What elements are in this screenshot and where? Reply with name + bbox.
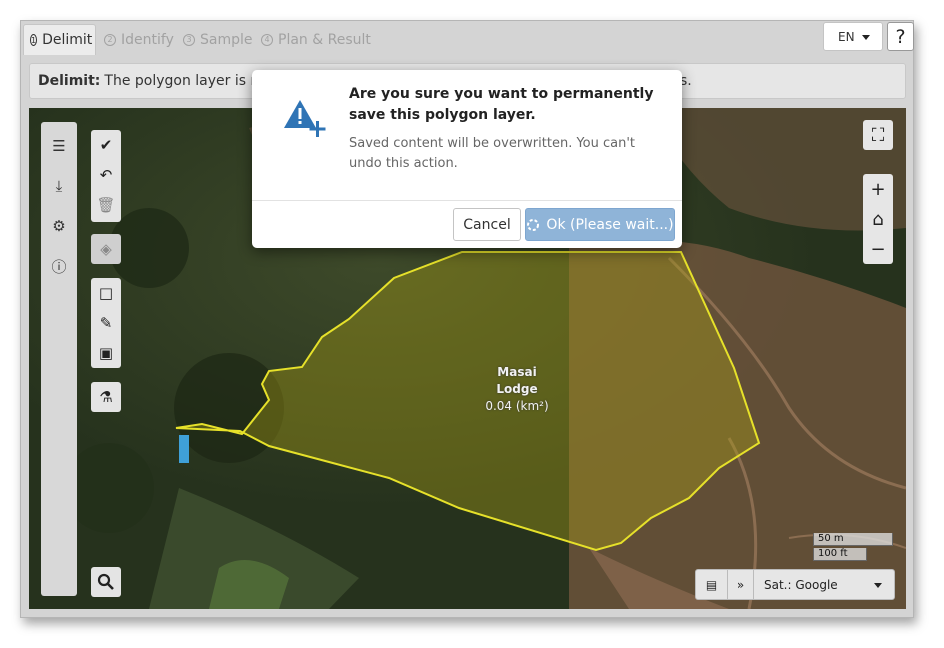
add-layer-warning-icon: [284, 100, 326, 137]
step-number: 4: [261, 33, 273, 46]
dialog-message: Saved content will be overwritten. You c…: [349, 136, 636, 171]
language-value: EN: [838, 29, 855, 44]
polygon-name: Masai Lodge: [496, 365, 538, 396]
step-number: 3: [183, 33, 195, 46]
home-icon[interactable]: ⌂: [863, 204, 893, 234]
fullscreen-icon[interactable]: ⛶: [863, 120, 893, 150]
zoom-controls: + ⌂ −: [863, 174, 893, 264]
menu-icon[interactable]: ☰: [49, 136, 69, 156]
polygon-tools: □ ✎ ▣: [91, 278, 121, 368]
caret-down-icon: [874, 583, 882, 588]
zoom-out-icon[interactable]: −: [863, 234, 893, 264]
download-icon[interactable]: ⤓: [49, 176, 69, 196]
basemap-selector[interactable]: ▤ » Sat.: Google: [695, 569, 895, 600]
check-icon[interactable]: ✔: [91, 130, 121, 160]
ok-button-label: Ok (Please wait...): [546, 216, 674, 233]
tab-identify[interactable]: 2 Identify: [98, 24, 180, 55]
pool-shape: [179, 435, 189, 463]
confirm-dialog: Are you sure you want to permanently sav…: [252, 70, 682, 248]
info-bar-heading: Delimit:: [38, 73, 101, 89]
tab-plan-result[interactable]: 4 Plan & Result: [255, 24, 377, 55]
tab-sample[interactable]: 3 Sample: [177, 24, 259, 55]
tab-delimit[interactable]: 1 Delimit: [23, 24, 96, 55]
tab-label: Plan & Result: [278, 31, 371, 48]
walk-icon[interactable]: ⚗: [91, 382, 121, 412]
scale-metric: 50 m: [813, 533, 893, 546]
add-layer-icon[interactable]: ◈: [91, 234, 121, 264]
expand-button[interactable]: »: [728, 570, 754, 599]
tab-label: Sample: [200, 31, 253, 48]
step-number: 2: [104, 33, 116, 46]
edit-tools: ✔ ↶ 🗑: [91, 130, 121, 222]
step-tabs: 1 Delimit 2 Identify 3 Sample 4 Plan & R…: [21, 21, 914, 55]
cut-polygon-icon[interactable]: ▣: [91, 338, 121, 368]
language-select[interactable]: EN: [823, 22, 883, 51]
help-circle-icon[interactable]: ⓘ: [49, 256, 69, 276]
scale-imperial: 100 ft: [813, 548, 867, 561]
zoom-in-icon[interactable]: +: [863, 174, 893, 204]
polygon-label: Masai Lodge 0.04 (km²): [477, 364, 557, 415]
spinner-icon: [527, 218, 540, 231]
dialog-title: Are you sure you want to permanently sav…: [349, 86, 654, 123]
map-icon[interactable]: ▤: [696, 570, 728, 599]
ok-button[interactable]: Ok (Please wait...): [525, 208, 675, 241]
tab-label: Identify: [121, 31, 174, 48]
trash-icon[interactable]: 🗑: [91, 190, 121, 220]
edit-polygon-icon[interactable]: ✎: [91, 308, 121, 338]
search-button[interactable]: [91, 567, 121, 597]
scale-bar: 50 m 100 ft: [813, 533, 893, 563]
search-icon: [97, 573, 114, 590]
gear-icon[interactable]: ⚙: [49, 216, 69, 236]
undo-icon[interactable]: ↶: [91, 160, 121, 190]
tab-label: Delimit: [42, 32, 93, 48]
help-button[interactable]: ?: [887, 22, 914, 51]
step-number: 1: [30, 34, 38, 46]
caret-down-icon: [862, 35, 870, 40]
dialog-divider: [252, 200, 682, 201]
sidebar: ☰ ⤓ ⚙ ⓘ: [41, 122, 77, 596]
polygon-area: 0.04 (km²): [485, 399, 549, 413]
basemap-value: Sat.: Google: [764, 577, 838, 592]
cancel-button[interactable]: Cancel: [453, 208, 521, 241]
add-polygon-icon[interactable]: □: [91, 278, 121, 308]
